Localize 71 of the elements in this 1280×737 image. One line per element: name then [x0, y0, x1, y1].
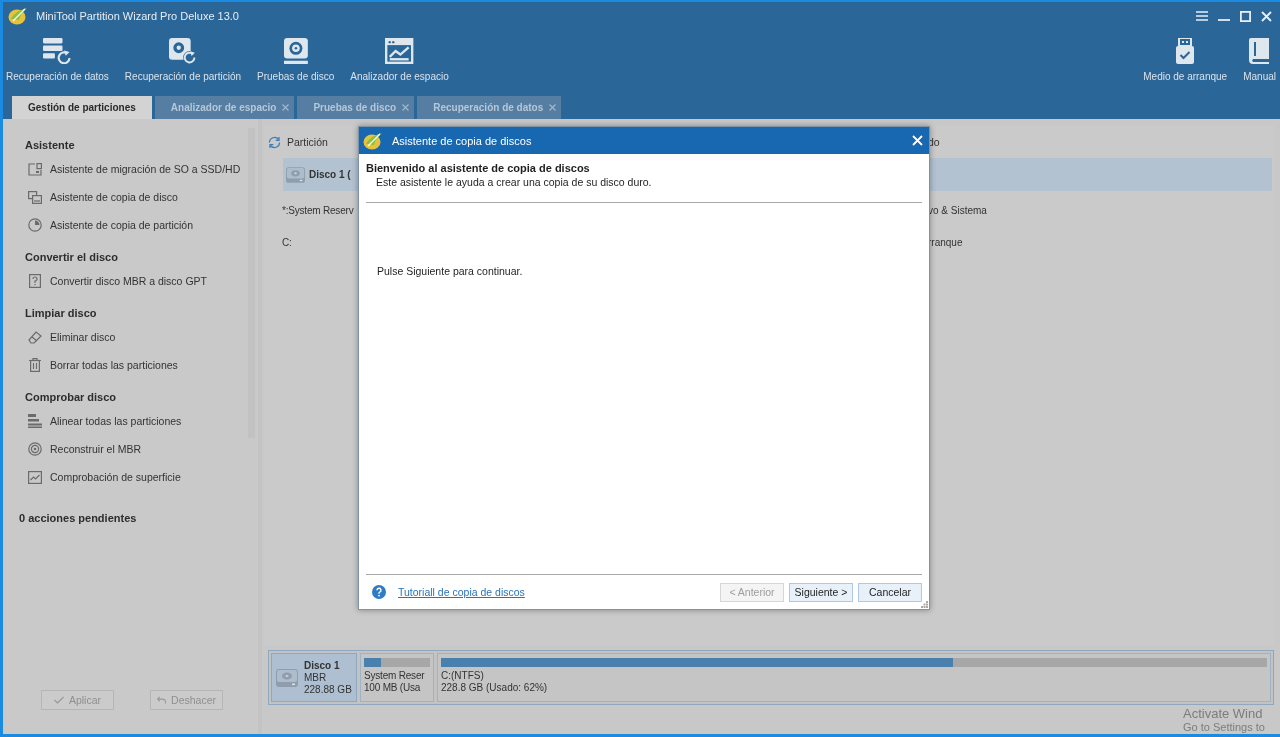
section-heading: Convertir el disco	[25, 250, 119, 265]
partition-usage: 100 MB (Usa	[364, 682, 422, 694]
dialog-heading: Bienvenido al asistente de copia de discos	[366, 162, 591, 174]
sidebar-item[interactable]: Asistente de migración de SO a SSD/HD	[25, 155, 258, 183]
disk-block[interactable]: Disco 1 MBR 228.88 GB	[271, 653, 357, 702]
disk-label: Disco 1 (	[309, 169, 351, 180]
toolbar-button[interactable]: Recuperación de datos	[4, 30, 111, 82]
database-refresh-icon	[43, 38, 72, 64]
disk-icon	[283, 38, 308, 64]
drive-icon	[286, 166, 305, 183]
help-icon[interactable]	[372, 585, 386, 599]
refresh-icon[interactable]	[268, 135, 281, 149]
toolbar-button[interactable]: Medio de arranque	[1141, 30, 1230, 82]
sidebar-item[interactable]: Alinear todas las particiones	[25, 407, 258, 435]
sidebar-item[interactable]: Asistente de copia de disco	[25, 183, 258, 211]
screen-icon	[28, 162, 42, 176]
partition-name: System Reser	[364, 670, 426, 682]
pie-icon	[28, 218, 42, 232]
toolbar-button[interactable]: Recuperación de partición	[122, 30, 244, 82]
app-logo-icon	[8, 7, 28, 25]
chart-icon	[28, 470, 42, 484]
disk-type: MBR	[304, 671, 328, 684]
disk-name: Disco 1	[304, 659, 341, 672]
cancel-button[interactable]: Cancelar	[858, 582, 922, 602]
partition-usage: 228.8 GB (Usado: 62%)	[441, 682, 549, 694]
partition-block[interactable]: System Reser 100 MB (Usa	[360, 653, 434, 702]
maximize-icon[interactable]	[1240, 10, 1251, 22]
table-cell: C:	[282, 236, 292, 248]
chart-window-icon	[385, 38, 414, 64]
sidebar-item[interactable]: Convertir disco MBR a disco GPT	[25, 267, 258, 295]
disk-size: 228.88 GB	[304, 683, 352, 696]
column-header[interactable]: Partición	[287, 136, 328, 148]
partition-name: C:(NTFS)	[441, 670, 485, 682]
sidebar-item[interactable]: Eliminar disco	[25, 323, 258, 351]
target-icon	[28, 442, 42, 456]
section-heading: Asistente	[25, 138, 76, 153]
tutorial-link[interactable]: Tutoriall de copia de discos	[398, 586, 525, 598]
toolbar-button[interactable]: Pruebas de disco	[255, 30, 337, 82]
app-logo-icon	[363, 131, 383, 150]
dialog-title: Asistente de copia de discos	[392, 134, 532, 147]
book-icon	[1248, 38, 1271, 64]
undo-icon	[157, 696, 167, 704]
section-heading: Limpiar disco	[25, 306, 98, 321]
dialog-text: Pulse Siguiente para continuar.	[376, 265, 524, 277]
eraser-icon	[28, 330, 42, 344]
pending-operations: 0 acciones pendientes	[18, 512, 138, 524]
notice-title: Activate Wind	[1183, 707, 1264, 721]
usb-check-icon	[1176, 38, 1195, 64]
section-heading: Comprobar disco	[25, 390, 118, 405]
notice-text: Go to Settings to	[1183, 721, 1265, 734]
toolbar-button[interactable]: Manual	[1241, 30, 1278, 82]
disk-refresh-icon	[168, 38, 198, 64]
menu-icon[interactable]	[1196, 11, 1208, 21]
next-button[interactable]: Siguiente >	[789, 582, 853, 602]
copy-icon	[28, 190, 42, 204]
table-cell: *:System Reserv	[282, 204, 354, 216]
resize-grip-icon[interactable]	[921, 601, 928, 608]
sidebar-item[interactable]: Comprobación de superficie	[25, 463, 258, 491]
sidebar-item[interactable]: Reconstruir el MBR	[25, 435, 258, 463]
trash-icon	[29, 358, 41, 372]
sidebar-item[interactable]: Borrar todas las particiones	[25, 351, 258, 379]
dialog-subheading: Este asistente le ayuda a crear una copia de su disco duro.	[375, 176, 653, 188]
partition-block[interactable]: C:(NTFS) 228.8 GB (Usado: 62%)	[437, 653, 1271, 702]
toolbar-button[interactable]: Analizador de espacio	[348, 30, 451, 82]
window-title: MiniTool Partition Wizard Pro Deluxe 13.0	[36, 10, 239, 22]
drive-icon	[276, 668, 298, 687]
tab[interactable]: Gestión de particiones	[12, 96, 152, 119]
sidebar-item[interactable]: Asistente de copia de partición	[25, 211, 258, 239]
check-icon	[53, 696, 64, 704]
bars-icon	[28, 414, 42, 428]
document-icon	[29, 274, 41, 288]
